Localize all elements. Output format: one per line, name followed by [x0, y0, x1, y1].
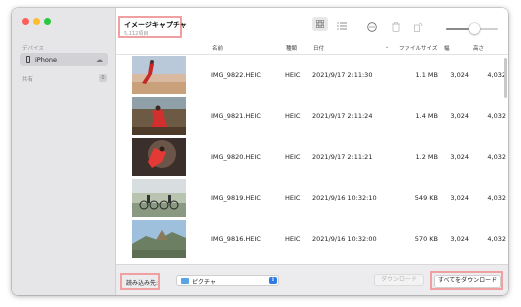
- column-name[interactable]: 名前: [212, 44, 223, 52]
- folder-icon: [181, 278, 189, 284]
- file-kind: HEIC: [285, 153, 301, 161]
- chevron-down-icon: ⌄: [385, 44, 390, 50]
- image-width: 3,024: [450, 235, 469, 243]
- close-window-button[interactable]: [22, 18, 29, 25]
- photo-thumbnail[interactable]: [132, 97, 186, 135]
- column-height[interactable]: 高さ: [473, 44, 484, 52]
- file-date: 2021/9/17 2:11:21: [312, 153, 373, 161]
- shared-header: 共有: [22, 77, 34, 83]
- file-kind: HEIC: [285, 235, 301, 243]
- image-capture-window: デバイス iPhone ☁ 共有 0 イメージキャプチャ 5,112項目 名前 …: [12, 8, 508, 295]
- file-size: 549 KB: [414, 194, 438, 202]
- image-height: 4,032: [487, 153, 506, 161]
- table-row[interactable]: IMG_9820.HEIC HEIC 2021/9/17 2:11:21 1.2…: [116, 137, 508, 177]
- destination-value: ピクチャ: [192, 279, 216, 286]
- file-name: IMG_9821.HEIC: [211, 112, 261, 120]
- table-row[interactable]: IMG_9816.HEIC HEIC 2021/9/16 10:32:00 57…: [116, 219, 508, 259]
- trash-icon[interactable]: [392, 22, 400, 35]
- file-kind: HEIC: [285, 194, 301, 202]
- table-row[interactable]: IMG_9819.HEIC HEIC 2021/9/16 10:32:10 54…: [116, 178, 508, 218]
- file-size: 1.2 MB: [415, 153, 438, 161]
- file-kind: HEIC: [285, 71, 301, 79]
- column-width[interactable]: 幅: [444, 44, 450, 52]
- import-to-label: 読み込み先:: [126, 280, 159, 287]
- download-button[interactable]: ダウンロード: [374, 274, 424, 286]
- download-all-button[interactable]: すべてをダウンロード: [434, 275, 501, 288]
- file-size: 1.4 MB: [415, 112, 438, 120]
- photo-thumbnail[interactable]: [132, 138, 186, 176]
- column-file-size[interactable]: ファイルサイズ: [399, 44, 437, 52]
- file-name: IMG_9816.HEIC: [211, 235, 261, 243]
- image-height: 4,032: [487, 235, 506, 243]
- image-width: 3,024: [450, 71, 469, 79]
- zoom-slider-knob[interactable]: [469, 23, 481, 34]
- file-size: 570 KB: [414, 235, 438, 243]
- file-date: 2021/9/16 10:32:10: [312, 194, 377, 202]
- scrollbar[interactable]: [504, 58, 507, 98]
- file-date: 2021/9/16 10:32:00: [312, 235, 377, 243]
- phone-icon: [26, 56, 30, 63]
- file-date: 2021/9/17 2:11:24: [312, 112, 373, 120]
- sidebar-item-iphone[interactable]: iPhone ☁: [20, 53, 108, 66]
- image-width: 3,024: [450, 194, 469, 202]
- image-height: 4,032: [487, 112, 506, 120]
- file-name: IMG_9820.HEIC: [211, 153, 261, 161]
- toolbar: イメージキャプチャ 5,112項目: [116, 8, 508, 41]
- title-highlight: イメージキャプチャ 5,112項目: [118, 16, 187, 38]
- file-name: IMG_9822.HEIC: [211, 71, 261, 79]
- list-view-icon[interactable]: [337, 22, 347, 33]
- rotate-icon[interactable]: [414, 22, 423, 35]
- item-count: 5,112項目: [124, 31, 149, 37]
- shared-count-badge: 0: [99, 74, 107, 82]
- devices-header: デバイス: [22, 46, 44, 52]
- table-row[interactable]: IMG_9821.HEIC HEIC 2021/9/17 2:11:24 1.4…: [116, 96, 508, 136]
- import-to-highlight: 読み込み先:: [120, 273, 160, 290]
- table-header: 名前 種類 日付 ⌄ ファイルサイズ 幅 高さ: [116, 40, 508, 55]
- select-arrows-icon: ⇕: [269, 277, 277, 284]
- photo-thumbnail[interactable]: [132, 179, 186, 217]
- sidebar-item-label: iPhone: [35, 55, 57, 64]
- table-row[interactable]: IMG_9822.HEIC HEIC 2021/9/17 2:11:30 1.1…: [116, 55, 508, 95]
- image-width: 3,024: [450, 112, 469, 120]
- image-height: 4,032: [487, 71, 506, 79]
- cloud-icon: ☁: [96, 56, 103, 64]
- app-title: イメージキャプチャ: [124, 21, 187, 29]
- image-height: 4,032: [487, 194, 506, 202]
- grid-view-icon[interactable]: [312, 17, 328, 31]
- bottom-bar: 読み込み先: ピクチャ ⇕ ダウンロード すべてをダウンロード: [116, 264, 508, 295]
- file-size: 1.1 MB: [415, 71, 438, 79]
- main-content: イメージキャプチャ 5,112項目 名前 種類 日付 ⌄ ファイルサイズ 幅 高…: [116, 8, 508, 295]
- download-all-highlight: すべてをダウンロード: [430, 271, 503, 290]
- column-date[interactable]: 日付: [313, 44, 324, 52]
- file-name: IMG_9819.HEIC: [211, 194, 261, 202]
- photo-thumbnail[interactable]: [132, 220, 186, 258]
- more-icon[interactable]: [367, 22, 377, 35]
- file-kind: HEIC: [285, 112, 301, 120]
- photo-thumbnail[interactable]: [132, 56, 186, 94]
- minimize-window-button[interactable]: [33, 18, 40, 25]
- destination-select[interactable]: ピクチャ ⇕: [176, 275, 279, 286]
- zoom-window-button[interactable]: [44, 18, 51, 25]
- image-width: 3,024: [450, 153, 469, 161]
- file-date: 2021/9/17 2:11:30: [312, 71, 373, 79]
- column-kind[interactable]: 種類: [286, 44, 297, 52]
- sidebar: デバイス iPhone ☁ 共有 0: [12, 8, 116, 295]
